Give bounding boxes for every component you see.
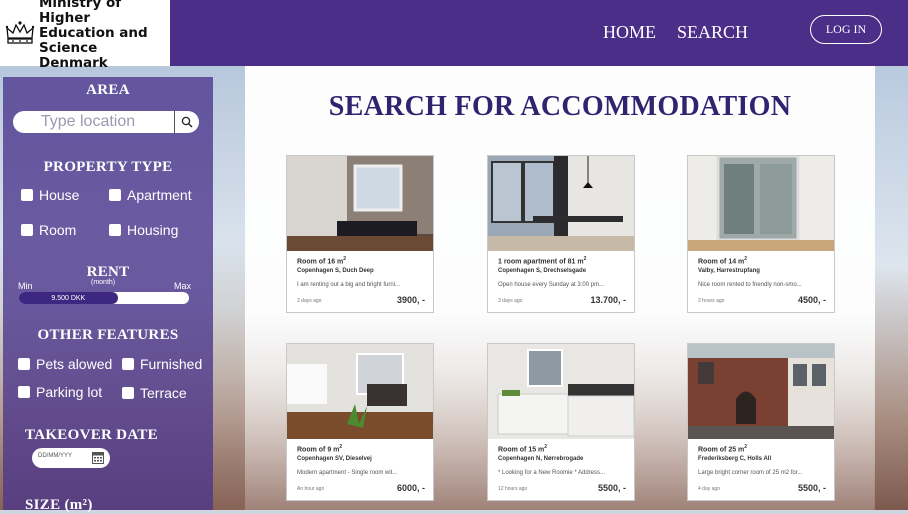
listing-price: 5500, - (797, 483, 826, 493)
login-button[interactable]: LOG IN (810, 15, 882, 44)
checkbox-parking[interactable]: Parking lot (18, 384, 102, 400)
property-type-heading: PROPERTY TYPE (43, 159, 173, 175)
listing-photo (287, 156, 433, 251)
listing-description: I am renting out a big and bright furni.… (297, 282, 401, 288)
checkbox-house[interactable]: House (21, 187, 79, 203)
listing-title: 1 room apartment of 81 m2 (498, 256, 587, 266)
checkbox-label: Furnished (140, 356, 203, 372)
listing-address: Copenhagen SV, Dieselvej (297, 456, 372, 462)
listing-title: Room of 15 m2 (498, 444, 548, 454)
area-heading: AREA (86, 82, 130, 98)
checkbox-box[interactable] (109, 224, 121, 236)
listing-address: Valby, Harrestrupfang (698, 268, 760, 274)
ministry-logo[interactable]: Ministry of Higher Education and Science… (0, 0, 170, 70)
listing-title: Room of 25 m2 (698, 444, 748, 454)
listing-time: 2 days ago (297, 298, 322, 304)
listing-photo (688, 344, 834, 439)
listing-price: 3900, - (396, 295, 425, 305)
listing-photo (488, 344, 634, 439)
rent-period: (month) (91, 279, 116, 286)
checkbox-label: Pets alowed (36, 356, 113, 372)
checkbox-pets[interactable]: Pets alowed (18, 356, 112, 372)
top-header: Ministry of Higher Education and Science… (0, 0, 908, 70)
page-title: SEARCH FOR ACCOMMODATION (328, 91, 792, 122)
listing-price: 6000, - (396, 483, 425, 493)
listing-price: 13.700, - (590, 295, 626, 305)
listing-address: Copenhagen S, Drechselsgade (498, 268, 587, 274)
listing-price: 4500, - (797, 295, 826, 305)
listing-price: 5500, - (597, 483, 626, 493)
checkbox-furnished[interactable]: Furnished (122, 356, 202, 372)
listing-description: Large bright corner room of 25 m2 for... (698, 470, 803, 476)
calendar-icon[interactable] (92, 451, 104, 464)
ministry-name: Ministry of Higher Education and Science… (39, 0, 148, 71)
listing-card[interactable]: Room of 16 m2 Copenhagen S, Duch Deep I … (286, 155, 434, 313)
checkbox-label: Parking lot (36, 384, 103, 400)
listing-card[interactable]: Room of 14 m2 Valby, Harrestrupfang Nice… (687, 155, 835, 313)
rent-slider[interactable]: 9.500 DKK (19, 292, 189, 304)
takeover-date-field[interactable]: DD/MM/YYY (32, 448, 110, 468)
listing-photo (488, 156, 634, 251)
checkbox-label: House (39, 187, 80, 203)
results-panel: SEARCH FOR ACCOMMODATION Room of 16 m2 C… (245, 66, 875, 510)
rent-min-label: Min (18, 281, 33, 291)
rent-slider-fill[interactable]: 9.500 DKK (19, 292, 118, 304)
location-input[interactable] (13, 112, 163, 132)
nav-search[interactable]: SEARCH (677, 22, 748, 43)
listing-description: Modern apartment - Single room wit... (297, 470, 398, 476)
listing-description: Nice room rented to friendly non-smo... (698, 282, 802, 288)
search-button[interactable] (174, 111, 199, 133)
listing-card[interactable]: Room of 25 m2 Frederiksberg C, Holls All… (687, 343, 835, 501)
other-features-heading: OTHER FEATURES (37, 327, 179, 343)
listing-card[interactable]: Room of 9 m2 Copenhagen SV, Dieselvej Mo… (286, 343, 434, 501)
listing-time: 3 days ago (498, 298, 523, 304)
listing-title: Room of 16 m2 (297, 256, 347, 266)
listing-address: Frederiksberg C, Holls All (698, 456, 772, 462)
checkbox-box[interactable] (18, 358, 30, 370)
background-strip (874, 66, 908, 510)
checkbox-label: Apartment (127, 187, 192, 203)
crown-icon (5, 21, 35, 44)
listing-description: * Looking for a New Roomie * Address... (498, 470, 606, 476)
takeover-date-heading: TAKEOVER DATE (25, 427, 158, 443)
listing-time: 2 hours ago (698, 298, 725, 304)
size-heading: SIZE (m²) (25, 497, 93, 513)
listing-title: Room of 14 m2 (698, 256, 748, 266)
listing-time: 12 hours ago (498, 486, 528, 492)
checkbox-label: Room (39, 222, 77, 238)
checkbox-box[interactable] (18, 386, 30, 398)
listing-title: Room of 9 m2 (297, 444, 343, 454)
listing-photo (287, 344, 433, 439)
location-search (13, 111, 199, 133)
checkbox-housing[interactable]: Housing (109, 222, 178, 238)
listing-address: Copenhagen S, Duch Deep (297, 268, 374, 274)
listing-time: An hour ago (297, 486, 325, 492)
listing-time: 4 day ago (698, 486, 720, 492)
rent-max-label: Max (174, 281, 192, 291)
listing-card[interactable]: Room of 15 m2 Copenhagen N, Nørrebrogade… (487, 343, 635, 501)
search-icon (181, 116, 193, 128)
listing-photo (688, 156, 834, 251)
checkbox-box[interactable] (122, 387, 134, 399)
checkbox-apartment[interactable]: Apartment (109, 187, 192, 203)
listing-description: Open house every Sunday at 3:00 pm... (498, 282, 605, 288)
listing-card[interactable]: 1 room apartment of 81 m2 Copenhagen S, … (487, 155, 635, 313)
checkbox-box[interactable] (21, 224, 33, 236)
filter-sidebar: AREA PROPERTY TYPE House Apartment Room … (3, 77, 213, 513)
checkbox-label: Housing (127, 222, 179, 238)
checkbox-box[interactable] (21, 189, 33, 201)
date-input[interactable]: DD/MM/YYY (38, 453, 72, 459)
checkbox-box[interactable] (109, 189, 121, 201)
checkbox-room[interactable]: Room (21, 222, 76, 238)
nav-home[interactable]: HOME (603, 22, 656, 43)
checkbox-box[interactable] (122, 358, 134, 370)
checkbox-label: Terrace (140, 385, 187, 401)
checkbox-terrace[interactable]: Terrace (122, 385, 187, 401)
listing-address: Copenhagen N, Nørrebrogade (498, 456, 584, 462)
